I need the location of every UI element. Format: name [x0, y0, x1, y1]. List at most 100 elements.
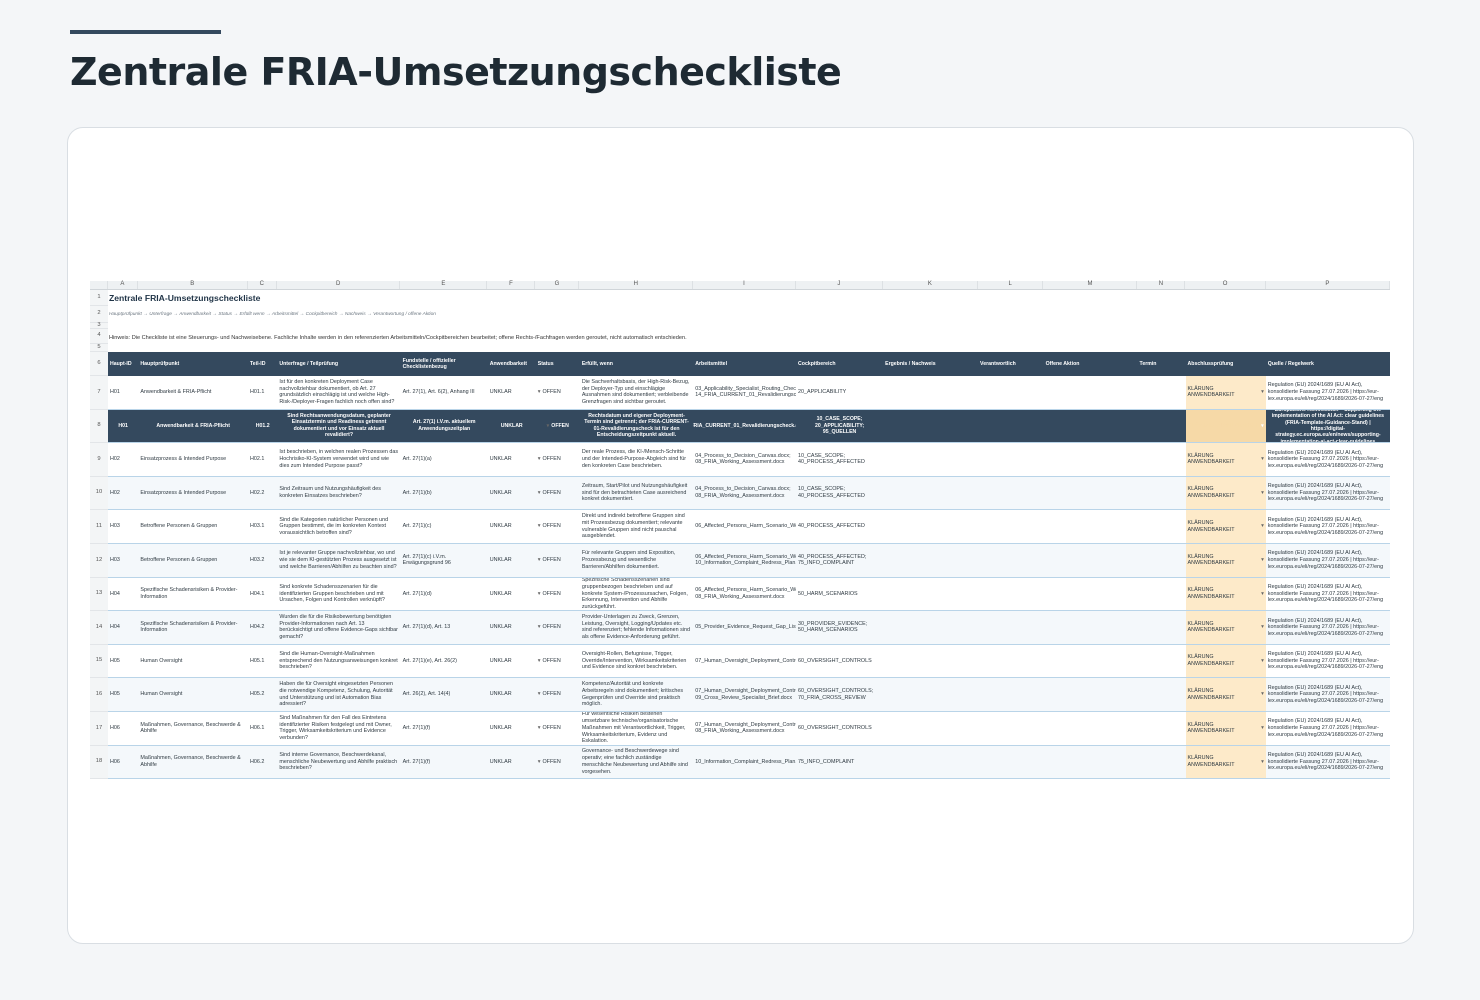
row-number[interactable]: 4: [90, 329, 108, 344]
sheet-hint: Hinweis: Die Checkliste ist eine Steueru…: [109, 335, 687, 341]
cell-id: H03: [110, 556, 120, 563]
cell-question: Sind die Human-Oversight-Maßnahmen entsp…: [279, 650, 398, 671]
cell-status[interactable]: OFFEN: [536, 611, 580, 644]
table-row: H01 Anwendbarkeit & FRIA-Pflicht H01.2 Sind…: [108, 409, 1390, 444]
cell-status[interactable]: OFFEN: [536, 746, 580, 779]
cell-sub: H06.1: [249, 724, 265, 731]
row-number[interactable]: 14: [90, 611, 108, 645]
cell-main: Anwendbarkeit & FRIA-Pflicht: [156, 422, 230, 429]
cell-status[interactable]: OFFEN: [536, 510, 580, 543]
cell-main: Human Oversight: [140, 691, 183, 698]
header-cell: Anwendbarkeit: [489, 360, 527, 367]
row-number[interactable]: 12: [90, 544, 108, 578]
cell-empty: [883, 510, 978, 543]
column-header[interactable]: P: [1266, 281, 1390, 289]
sheet-title: Zentrale FRIA-Umsetzungscheckliste: [109, 293, 261, 303]
cell-check[interactable]: KLÄRUNG ANWENDBARKEIT: [1185, 644, 1266, 678]
cell-cockpit: 50_HARM_SCENARIOS: [798, 590, 858, 597]
column-header[interactable]: I: [693, 281, 796, 289]
column-header[interactable]: N: [1137, 281, 1186, 289]
row-number[interactable]: 13: [90, 577, 108, 612]
cell-cockpit: 10_CASE_SCOPE; 40_PROCESS_AFFECTED: [798, 452, 865, 466]
cell-question: Wurden die für die Risikobewertung benöt…: [279, 613, 398, 641]
row-number[interactable]: 18: [90, 745, 108, 780]
cell-tools: 07_Human_Oversight_Deployment_Control_Pl…: [695, 687, 797, 701]
cell-question: Sind Rechtsanwendungsdatum, geplanter Ei…: [287, 412, 391, 439]
column-header[interactable]: K: [883, 281, 978, 289]
cell-check[interactable]: KLÄRUNG ANWENDBARKEIT: [1185, 409, 1266, 443]
spreadsheet: ABCDEFGHIJKLMNOP Zentrale FRIA-Umsetzung…: [90, 281, 1390, 781]
cell-status[interactable]: OFFEN: [536, 477, 580, 510]
row-number[interactable]: 17: [90, 712, 108, 746]
column-header[interactable]: O: [1185, 281, 1266, 289]
cell-question: Sind die Kategorien natürlicher Personen…: [279, 516, 389, 537]
column-header[interactable]: J: [796, 281, 883, 289]
cell-check[interactable]: KLÄRUNG ANWENDBARKEIT: [1185, 577, 1266, 611]
row-number[interactable]: 1: [90, 290, 108, 306]
cell-ref: Art. 27(1)(d): [402, 590, 432, 597]
row-number[interactable]: 15: [90, 644, 108, 679]
cell-id: H01: [118, 422, 128, 429]
cell-check[interactable]: KLÄRUNG ANWENDBARKEIT: [1185, 443, 1266, 476]
cell-check[interactable]: KLÄRUNG ANWENDBARKEIT: [1185, 712, 1266, 745]
row-number[interactable]: 8: [90, 409, 108, 444]
header-cell: Arbeitsmittel: [695, 360, 728, 367]
cell-status[interactable]: OFFEN: [536, 544, 580, 577]
cell-status[interactable]: OFFEN: [536, 578, 580, 611]
column-header[interactable]: A: [108, 281, 138, 289]
cell-id: H05: [110, 691, 120, 698]
cell-check[interactable]: KLÄRUNG ANWENDBARKEIT: [1185, 611, 1266, 644]
cell-check[interactable]: KLÄRUNG ANWENDBARKEIT: [1185, 476, 1266, 510]
column-header[interactable]: F: [487, 281, 536, 289]
row-number[interactable]: 10: [90, 476, 108, 511]
cell-check[interactable]: KLÄRUNG ANWENDBARKEIT: [1185, 678, 1266, 711]
cell-source: Regulation (EU) 2024/1689 (EU AI Act), k…: [1267, 382, 1384, 402]
cell-main: Einsatzprozess & Intended Purpose: [140, 456, 227, 463]
cell-question: Sind Zeitraum und Nutzungshäufigkeit des…: [279, 486, 381, 500]
cell-check[interactable]: KLÄRUNG ANWENDBARKEIT: [1185, 544, 1266, 577]
column-header[interactable]: G: [535, 281, 580, 289]
row-number[interactable]: 5: [90, 344, 108, 352]
header-cell: Cockpitbereich: [798, 360, 836, 367]
cell-status[interactable]: OFFEN: [536, 376, 580, 409]
row-number[interactable]: 9: [90, 443, 108, 477]
row-number[interactable]: 6: [90, 352, 108, 376]
cell-cockpit: 20_APPLICABILITY: [798, 388, 847, 395]
column-header[interactable]: C: [248, 281, 277, 289]
row-number[interactable]: 7: [90, 376, 108, 410]
column-header[interactable]: D: [277, 281, 401, 289]
header-cell: Haupt-ID: [110, 360, 132, 367]
cell-check[interactable]: KLÄRUNG ANWENDBARKEIT: [1185, 376, 1266, 409]
column-header[interactable]: M: [1043, 281, 1138, 289]
cell-app: UNKLAR: [489, 590, 512, 597]
cell-status[interactable]: OFFEN: [536, 678, 580, 711]
cell-sub: H02.1: [249, 456, 265, 463]
cell-app: UNKLAR: [489, 657, 512, 664]
column-header[interactable]: H: [579, 281, 694, 289]
cell-check[interactable]: KLÄRUNG ANWENDBARKEIT: [1185, 745, 1266, 779]
cell-empty: [1044, 578, 1138, 611]
cell-status[interactable]: OFFEN: [536, 645, 580, 678]
row-number[interactable]: 11: [90, 510, 108, 544]
select-all-corner[interactable]: [90, 281, 108, 289]
cell-empty: [978, 578, 1044, 611]
cell-empty: [1138, 510, 1186, 543]
cell-status[interactable]: OFFEN: [536, 712, 580, 745]
column-header[interactable]: E: [400, 281, 488, 289]
cell-check[interactable]: KLÄRUNG ANWENDBARKEIT: [1185, 510, 1266, 543]
cell-empty: [1138, 376, 1186, 409]
cell-status[interactable]: OFFEN: [536, 410, 580, 443]
column-header[interactable]: B: [138, 281, 248, 289]
cell-empty: [1044, 477, 1138, 510]
cell-fulfilled: Direkt und indirekt betroffene Gruppen s…: [581, 513, 685, 540]
table-row: H06 Maßnahmen, Governance, Beschwerde & A…: [108, 745, 1390, 780]
table-row: H03 Betroffene Personen & Gruppen H03.2 Ist…: [108, 544, 1390, 578]
sheet-breadcrumb: Hauptprüfpunkt → Unterfrage → Anwendbark…: [109, 312, 436, 317]
cell-question: Ist je relevanter Gruppe nachvollziehbar…: [279, 550, 397, 570]
row-number[interactable]: 16: [90, 678, 108, 712]
column-header[interactable]: L: [978, 281, 1044, 289]
header-cell: Fundstelle / offizieller Checklistenbezu…: [402, 357, 456, 371]
cell-sub: H04.1: [249, 590, 265, 597]
cell-status[interactable]: OFFEN: [536, 443, 580, 476]
row-number[interactable]: 2: [90, 306, 108, 323]
